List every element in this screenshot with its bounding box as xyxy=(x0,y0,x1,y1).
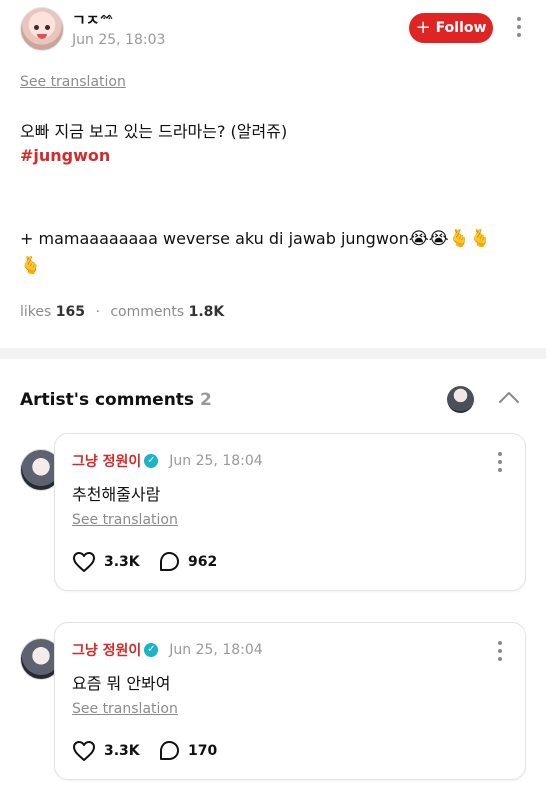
chevron-up-icon[interactable] xyxy=(497,388,521,408)
finger-heart-emoji: 🫰 xyxy=(20,256,42,276)
see-translation-link[interactable]: See translation xyxy=(20,74,126,90)
reply-button[interactable]: 170 xyxy=(158,740,217,762)
avatar-mouth xyxy=(37,34,47,39)
comment-bubble-icon xyxy=(160,552,179,571)
post-text-line2-text: + mamaaaaaaaa weverse aku di jawab jungw… xyxy=(20,229,409,248)
artist-name[interactable]: 그냥 정원이 xyxy=(72,640,141,660)
see-translation-link[interactable]: See translation xyxy=(72,701,178,717)
post-text-line1: 오빠 지금 보고 있는 드라마는? (알려쥬) xyxy=(20,122,288,141)
comment-text: 요즘 뭐 안봐여 xyxy=(72,674,171,693)
like-button[interactable]: 3.3K xyxy=(72,551,140,573)
artist-comment-card: 그냥 정원이 ✓ Jun 25, 18:04 요즘 뭐 안봐여 See tran… xyxy=(54,622,526,780)
post-stats: likes 165 · comments 1.8K xyxy=(20,304,224,320)
username-emoji: ᨐ xyxy=(100,9,114,22)
comment-text: 추천해줄사람 xyxy=(72,485,161,504)
comment-date: Jun 25, 18:04 xyxy=(169,453,263,469)
comments-label: comments xyxy=(110,304,185,320)
comments-count: 1.8K xyxy=(188,304,225,320)
like-button[interactable]: 3.3K xyxy=(72,740,140,762)
comment-date: Jun 25, 18:04 xyxy=(169,642,263,658)
artist-name[interactable]: 그냥 정원이 xyxy=(72,451,141,471)
user-avatar[interactable] xyxy=(20,7,64,51)
avatar-eye xyxy=(45,25,50,30)
username-text: ㄱㅈ xyxy=(72,11,100,29)
reply-count: 962 xyxy=(188,554,218,570)
follow-label: Follow xyxy=(435,20,487,36)
artist-comments-count: 2 xyxy=(199,390,212,410)
verified-check-icon: ✓ xyxy=(144,643,159,657)
see-translation-link[interactable]: See translation xyxy=(72,512,178,528)
more-vertical-icon[interactable] xyxy=(491,452,509,472)
more-vertical-icon[interactable] xyxy=(491,641,509,661)
verified-check-icon: ✓ xyxy=(144,454,159,468)
artist-avatar-small[interactable] xyxy=(447,386,474,413)
like-count: 3.3K xyxy=(104,554,140,570)
likes-count: 165 xyxy=(55,304,85,320)
section-divider xyxy=(0,348,546,359)
post-text-line2: + mamaaaaaaaa weverse aku di jawab jungw… xyxy=(20,229,491,248)
hashtag-link[interactable]: #jungwon xyxy=(20,146,110,165)
stats-separator: · xyxy=(95,304,100,320)
post-date: Jun 25, 18:03 xyxy=(72,32,166,48)
more-vertical-icon[interactable] xyxy=(510,17,528,37)
username[interactable]: ㄱㅈᨐ xyxy=(72,9,114,30)
comments-stat[interactable]: comments 1.8K xyxy=(110,304,224,320)
emoji-group: 😭😭🫰🫰 xyxy=(408,229,491,249)
heart-icon xyxy=(73,552,95,572)
post-text-line3: 🫰 xyxy=(20,256,41,275)
like-count: 3.3K xyxy=(104,743,140,759)
likes-stat[interactable]: likes 165 xyxy=(20,304,85,320)
plus-icon: + xyxy=(415,17,431,38)
reply-count: 170 xyxy=(188,743,218,759)
avatar-eye xyxy=(34,25,39,30)
comment-header: 그냥 정원이 ✓ Jun 25, 18:04 xyxy=(72,451,263,471)
reply-button[interactable]: 962 xyxy=(158,551,217,573)
comment-bubble-icon xyxy=(160,741,179,760)
artist-comments-label: Artist's comments xyxy=(20,390,195,410)
follow-button[interactable]: + Follow xyxy=(409,13,493,43)
likes-label: likes xyxy=(20,304,52,320)
comment-header: 그냥 정원이 ✓ Jun 25, 18:04 xyxy=(72,640,263,660)
artist-comments-title: Artist's comments 2 xyxy=(20,390,212,410)
heart-icon xyxy=(73,741,95,761)
artist-comment-card: 그냥 정원이 ✓ Jun 25, 18:04 추천해줄사람 See transl… xyxy=(54,433,526,591)
